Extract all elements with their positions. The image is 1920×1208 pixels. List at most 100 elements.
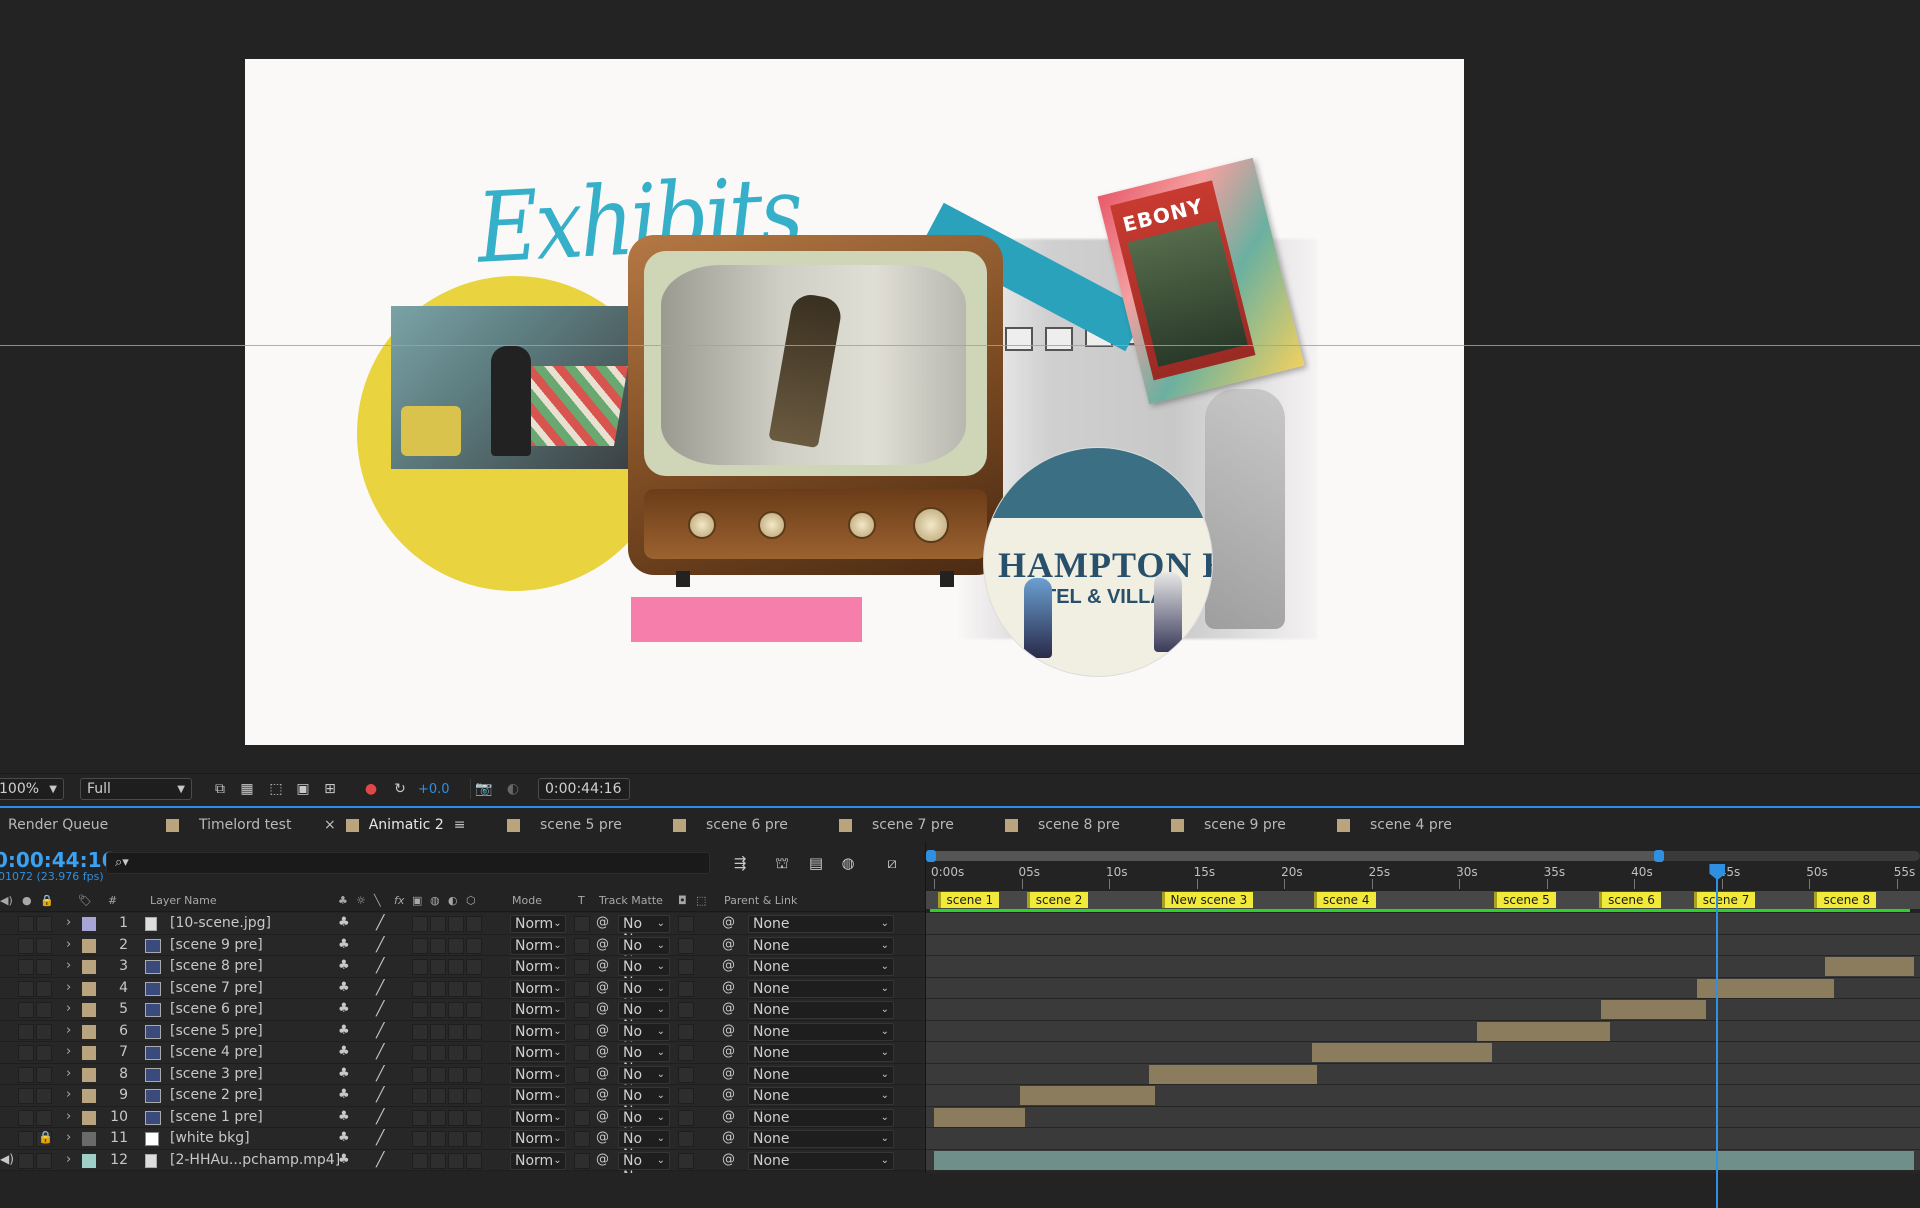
preserve-transparency-toggle[interactable]	[574, 1088, 590, 1104]
layer-track[interactable]	[926, 1020, 1920, 1042]
layer-track[interactable]	[926, 999, 1920, 1021]
preserve-transparency-toggle[interactable]	[574, 1131, 590, 1147]
layer-duration-bar[interactable]	[1312, 1043, 1493, 1062]
fx-switch[interactable]	[412, 1088, 428, 1104]
solo-toggle[interactable]	[36, 1109, 52, 1126]
matte-link-icon[interactable]: @	[596, 1109, 609, 1124]
time-navigator-range[interactable]	[926, 851, 1660, 861]
channel-icon[interactable]: ●	[362, 780, 380, 798]
lock-icon[interactable]: 🔒	[38, 1130, 53, 1144]
fx-switch[interactable]	[412, 1152, 428, 1169]
mode-dropdown[interactable]: Norm ⌄	[510, 1044, 566, 1062]
frame-blend-switch[interactable]	[430, 1045, 446, 1061]
track-matte-dropdown[interactable]: No N ⌄	[618, 915, 670, 948]
preserve-transparency-toggle[interactable]	[574, 1152, 590, 1169]
layer-track[interactable]	[926, 1106, 1920, 1128]
matte-link-icon[interactable]: @	[596, 1023, 609, 1038]
layer-track[interactable]	[926, 977, 1920, 999]
shy-switch-icon[interactable]: ♣	[338, 980, 350, 995]
frame-blend-switch[interactable]	[430, 1152, 446, 1169]
matte-link-icon[interactable]: @	[596, 1044, 609, 1059]
comp-marker[interactable]: scene 6	[1599, 892, 1661, 908]
layer-duration-bar[interactable]	[934, 1107, 1026, 1127]
time-ruler[interactable]: 0:00s 05s 10s 15s 20s 25s 30s 35s 40s 45s 50s 55s	[926, 863, 1920, 891]
layer-row[interactable]: ›9[scene 2 pre]♣╱Norm⌄@No N⌄@None⌄	[0, 1085, 925, 1120]
layer-track[interactable]	[926, 1063, 1920, 1085]
shy-switch-icon[interactable]: ♣	[338, 915, 350, 930]
parent-dropdown[interactable]: None ⌄	[748, 958, 894, 976]
shy-switch-icon[interactable]: ♣	[338, 1066, 350, 1081]
video-toggle[interactable]	[18, 1088, 34, 1104]
layer-label-color[interactable]	[82, 1153, 96, 1168]
solo-toggle[interactable]	[36, 1045, 52, 1061]
region-of-interest-icon[interactable]: ▣	[294, 780, 312, 798]
layer-track[interactable]	[926, 913, 1920, 935]
resolution-dropdown[interactable]: Full ▼	[80, 778, 192, 800]
shy-switch-icon[interactable]: ♣	[338, 1044, 350, 1059]
grid-guides-icon[interactable]: ⊞	[321, 780, 339, 798]
audio-column-icon[interactable]: ◀)	[0, 894, 13, 907]
hamburger-menu-icon[interactable]: ≡	[454, 817, 466, 833]
quality-switch-icon[interactable]: ╱	[376, 1087, 384, 1103]
fx-switch[interactable]	[412, 937, 428, 954]
layer-label-color[interactable]	[82, 1024, 96, 1039]
motion-blur-switch[interactable]	[448, 916, 464, 932]
motion-blur-switch[interactable]	[448, 980, 464, 997]
matte-alpha-toggle[interactable]	[678, 916, 694, 932]
column-hash[interactable]: #	[108, 894, 117, 907]
current-time-indicator[interactable]	[1716, 864, 1719, 1208]
track-matte-dropdown[interactable]: No N ⌄	[618, 1108, 670, 1142]
adjustment-switch[interactable]	[466, 1045, 482, 1061]
preserve-transparency-toggle[interactable]	[574, 1023, 590, 1040]
frame-blend-switch[interactable]	[430, 980, 446, 997]
mode-dropdown[interactable]: Norm ⌄	[510, 1087, 566, 1105]
adjustment-switch[interactable]	[466, 916, 482, 932]
expand-chevron-icon[interactable]: ›	[66, 1044, 71, 1059]
quality-switch-icon[interactable]: ╲	[374, 894, 381, 907]
preserve-transparency-toggle[interactable]	[574, 1002, 590, 1018]
matte-link-icon[interactable]: @	[596, 915, 609, 930]
fx-switch[interactable]	[412, 1002, 428, 1018]
mode-dropdown[interactable]: Norm ⌄	[510, 936, 566, 955]
layer-label-color[interactable]	[82, 1067, 96, 1082]
layer-duration-bar[interactable]	[1149, 1064, 1318, 1084]
preserve-transparency-toggle[interactable]	[574, 937, 590, 954]
frame-blend-switch-icon[interactable]: ▣	[412, 894, 422, 907]
shy-switch-icon[interactable]: ♣	[338, 937, 350, 952]
preserve-transparency-toggle[interactable]	[574, 1109, 590, 1126]
track-matte-dropdown[interactable]: No N ⌄	[618, 1151, 670, 1185]
expand-chevron-icon[interactable]: ›	[66, 1109, 71, 1124]
quality-switch-icon[interactable]: ╱	[376, 1023, 384, 1039]
lock-column-icon[interactable]: 🔒	[40, 894, 54, 907]
adjustment-switch[interactable]	[466, 1152, 482, 1169]
comp-marker[interactable]: scene 2	[1026, 892, 1089, 908]
video-toggle[interactable]	[18, 1066, 34, 1083]
matte-alpha-toggle[interactable]	[678, 1023, 694, 1040]
adjustment-switch[interactable]	[466, 1002, 482, 1018]
matte-alpha-icon[interactable]: ◘	[678, 894, 687, 907]
layer-label-color[interactable]	[82, 917, 96, 931]
solo-toggle[interactable]	[36, 1023, 52, 1040]
quality-switch-icon[interactable]: ╱	[376, 980, 384, 996]
comp-marker[interactable]: scene 1	[937, 892, 1000, 908]
mode-dropdown[interactable]: Norm ⌄	[510, 1065, 566, 1084]
video-toggle[interactable]	[18, 1131, 34, 1147]
layer-name[interactable]: [scene 7 pre]	[170, 980, 263, 996]
pick-whip-icon[interactable]: @	[722, 1023, 735, 1038]
layer-track[interactable]	[926, 934, 1920, 956]
audio-toggle-icon[interactable]: ◀)	[0, 1152, 14, 1166]
camera-snapshot-icon[interactable]: 📷	[475, 780, 493, 798]
layer-duration-bar[interactable]	[1019, 1086, 1155, 1105]
video-toggle[interactable]	[18, 959, 34, 975]
pick-whip-icon[interactable]: @	[722, 980, 735, 995]
quality-switch-icon[interactable]: ╱	[376, 937, 384, 953]
motion-blur-switch[interactable]	[448, 1045, 464, 1061]
navigator-start-handle[interactable]	[926, 850, 936, 862]
show-snapshot-icon[interactable]: ◐	[504, 780, 522, 798]
track-matte-dropdown[interactable]: No N ⌄	[618, 979, 670, 1013]
frame-blend-switch[interactable]	[430, 937, 446, 954]
preserve-transparency-toggle[interactable]	[574, 980, 590, 997]
quality-switch-icon[interactable]: ╱	[376, 958, 384, 974]
fx-switch[interactable]	[412, 1131, 428, 1147]
adjustment-switch[interactable]	[466, 937, 482, 954]
